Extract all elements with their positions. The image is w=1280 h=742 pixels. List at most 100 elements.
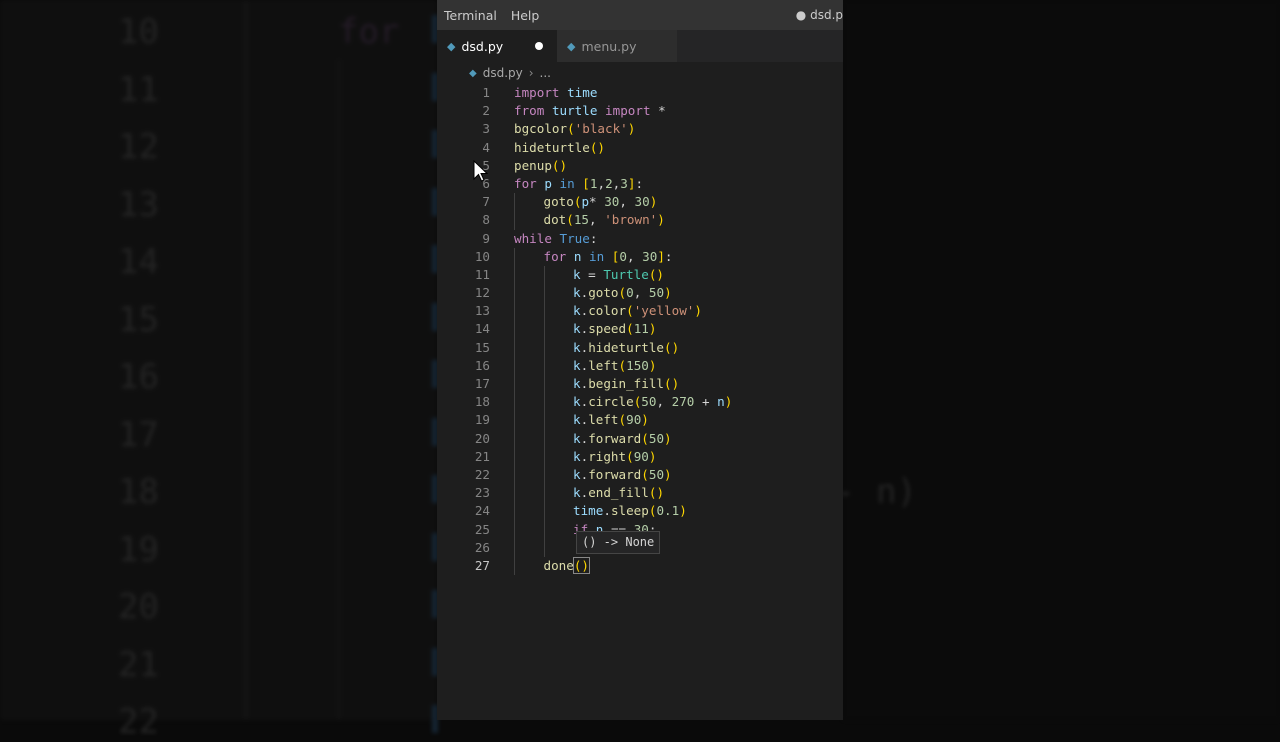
code-token: 30 xyxy=(642,248,658,264)
code-token: ( xyxy=(567,121,575,137)
code-token: for xyxy=(543,248,567,264)
line-number: 15 xyxy=(474,339,490,355)
code-token: ( xyxy=(626,321,634,337)
indent-guide xyxy=(514,375,515,394)
code-text: for p in [1,2,3]: xyxy=(514,175,643,193)
indent-guide xyxy=(543,320,545,339)
unsaved-dot-icon[interactable] xyxy=(535,42,543,50)
code-text: k.color('yellow') xyxy=(573,302,702,320)
code-token: 'yellow' xyxy=(633,303,695,319)
code-line: 1 import time xyxy=(437,84,843,102)
line-number: 24 xyxy=(474,503,490,519)
line-number: 20 xyxy=(474,430,490,446)
line-number: 16 xyxy=(474,357,490,373)
indent-guide xyxy=(514,284,515,303)
code-token: speed xyxy=(588,321,627,337)
indent-guide xyxy=(514,211,515,230)
code-token: ] xyxy=(657,248,665,264)
indent-guide xyxy=(514,193,515,212)
code-text: k = Turtle() xyxy=(573,266,664,284)
background-left-panel xyxy=(0,0,437,720)
code-token: () xyxy=(664,339,680,355)
code-token: forward xyxy=(588,430,642,446)
code-line: 5 penup() xyxy=(437,157,843,175)
code-token: begin_fill xyxy=(588,376,665,391)
code-token: 90 xyxy=(633,448,649,464)
code-token: True xyxy=(559,230,590,246)
background-line-number: 12 xyxy=(118,127,159,167)
code-token: left xyxy=(588,412,619,428)
menu-terminal[interactable]: Terminal xyxy=(437,8,504,23)
code-token: hideturtle xyxy=(588,339,665,355)
code-token: ) xyxy=(649,194,658,210)
code-editor-window: Terminal Help ● dsd.p ◆ dsd.py ◆ menu.py… xyxy=(437,0,843,720)
code-token: ) xyxy=(724,394,733,410)
code-area[interactable]: 1 import time 2 from turtle import * 3 bgcolo… xyxy=(437,84,843,576)
code-token: 270 xyxy=(671,394,695,410)
code-token: : xyxy=(664,248,673,264)
breadcrumb-file[interactable]: dsd.py xyxy=(483,66,523,80)
code-text: bgcolor('black') xyxy=(514,120,635,138)
code-text: done() xyxy=(543,556,591,575)
code-token: ( xyxy=(618,285,627,301)
line-number: 12 xyxy=(474,285,490,301)
code-line: 13 k.color('yellow') xyxy=(437,302,843,321)
indent-guide xyxy=(514,465,515,485)
code-token: k xyxy=(573,303,581,319)
line-number: 13 xyxy=(474,303,490,319)
code-token: 50 xyxy=(648,285,665,301)
code-token: . xyxy=(603,503,611,519)
python-file-icon: ◆ xyxy=(447,39,456,53)
indent-guide xyxy=(543,375,545,394)
code-text: k.left(90) xyxy=(573,411,649,429)
code-token: k xyxy=(573,412,581,428)
code-token: : xyxy=(635,175,644,191)
code-line: 12 k.goto(0, 50) xyxy=(437,284,843,303)
indent-guide xyxy=(543,356,545,375)
breadcrumb-rest[interactable]: ... xyxy=(540,66,551,80)
code-token: ) xyxy=(664,285,672,301)
indent-guide xyxy=(543,284,545,303)
code-token: p xyxy=(544,175,552,191)
code-token: from xyxy=(514,103,545,119)
tab-dsd-py[interactable]: ◆ dsd.py xyxy=(437,30,557,62)
code-token: 50 xyxy=(648,430,665,446)
code-token: ) xyxy=(648,321,657,337)
code-token: () xyxy=(648,485,665,501)
code-token: p xyxy=(581,194,590,210)
mouse-pointer-icon xyxy=(473,160,489,182)
code-token: k xyxy=(573,448,581,464)
line-number: 3 xyxy=(482,121,490,137)
code-token: time xyxy=(567,85,598,100)
indent-guide xyxy=(514,520,515,539)
code-text: k.forward(50) xyxy=(573,466,672,484)
tab-menu-py[interactable]: ◆ menu.py xyxy=(557,30,677,62)
code-token: , xyxy=(633,285,649,301)
code-token: , xyxy=(626,248,643,264)
code-token: circle xyxy=(588,394,634,410)
code-token: 30 xyxy=(634,194,650,210)
code-text: goto(p* 30, 30) xyxy=(544,193,658,211)
indent-guide xyxy=(514,302,515,321)
indent-guide xyxy=(543,465,545,485)
code-token: done xyxy=(543,557,574,573)
code-token: 'brown' xyxy=(604,212,658,228)
code-token: ) xyxy=(679,503,687,519)
code-token: ) xyxy=(664,466,672,482)
line-number: 2 xyxy=(482,103,490,119)
code-token: k xyxy=(573,394,581,410)
code-token: ) xyxy=(694,303,702,319)
background-line-number: 13 xyxy=(118,184,159,225)
line-number: 17 xyxy=(474,376,490,391)
window-title: ● dsd.p xyxy=(795,8,843,22)
code-text: penup() xyxy=(514,157,567,175)
code-text: import time xyxy=(514,84,597,102)
code-token: k xyxy=(573,430,581,446)
background-right-panel xyxy=(843,0,1280,720)
line-number: 10 xyxy=(474,248,490,264)
menu-help[interactable]: Help xyxy=(504,8,547,23)
